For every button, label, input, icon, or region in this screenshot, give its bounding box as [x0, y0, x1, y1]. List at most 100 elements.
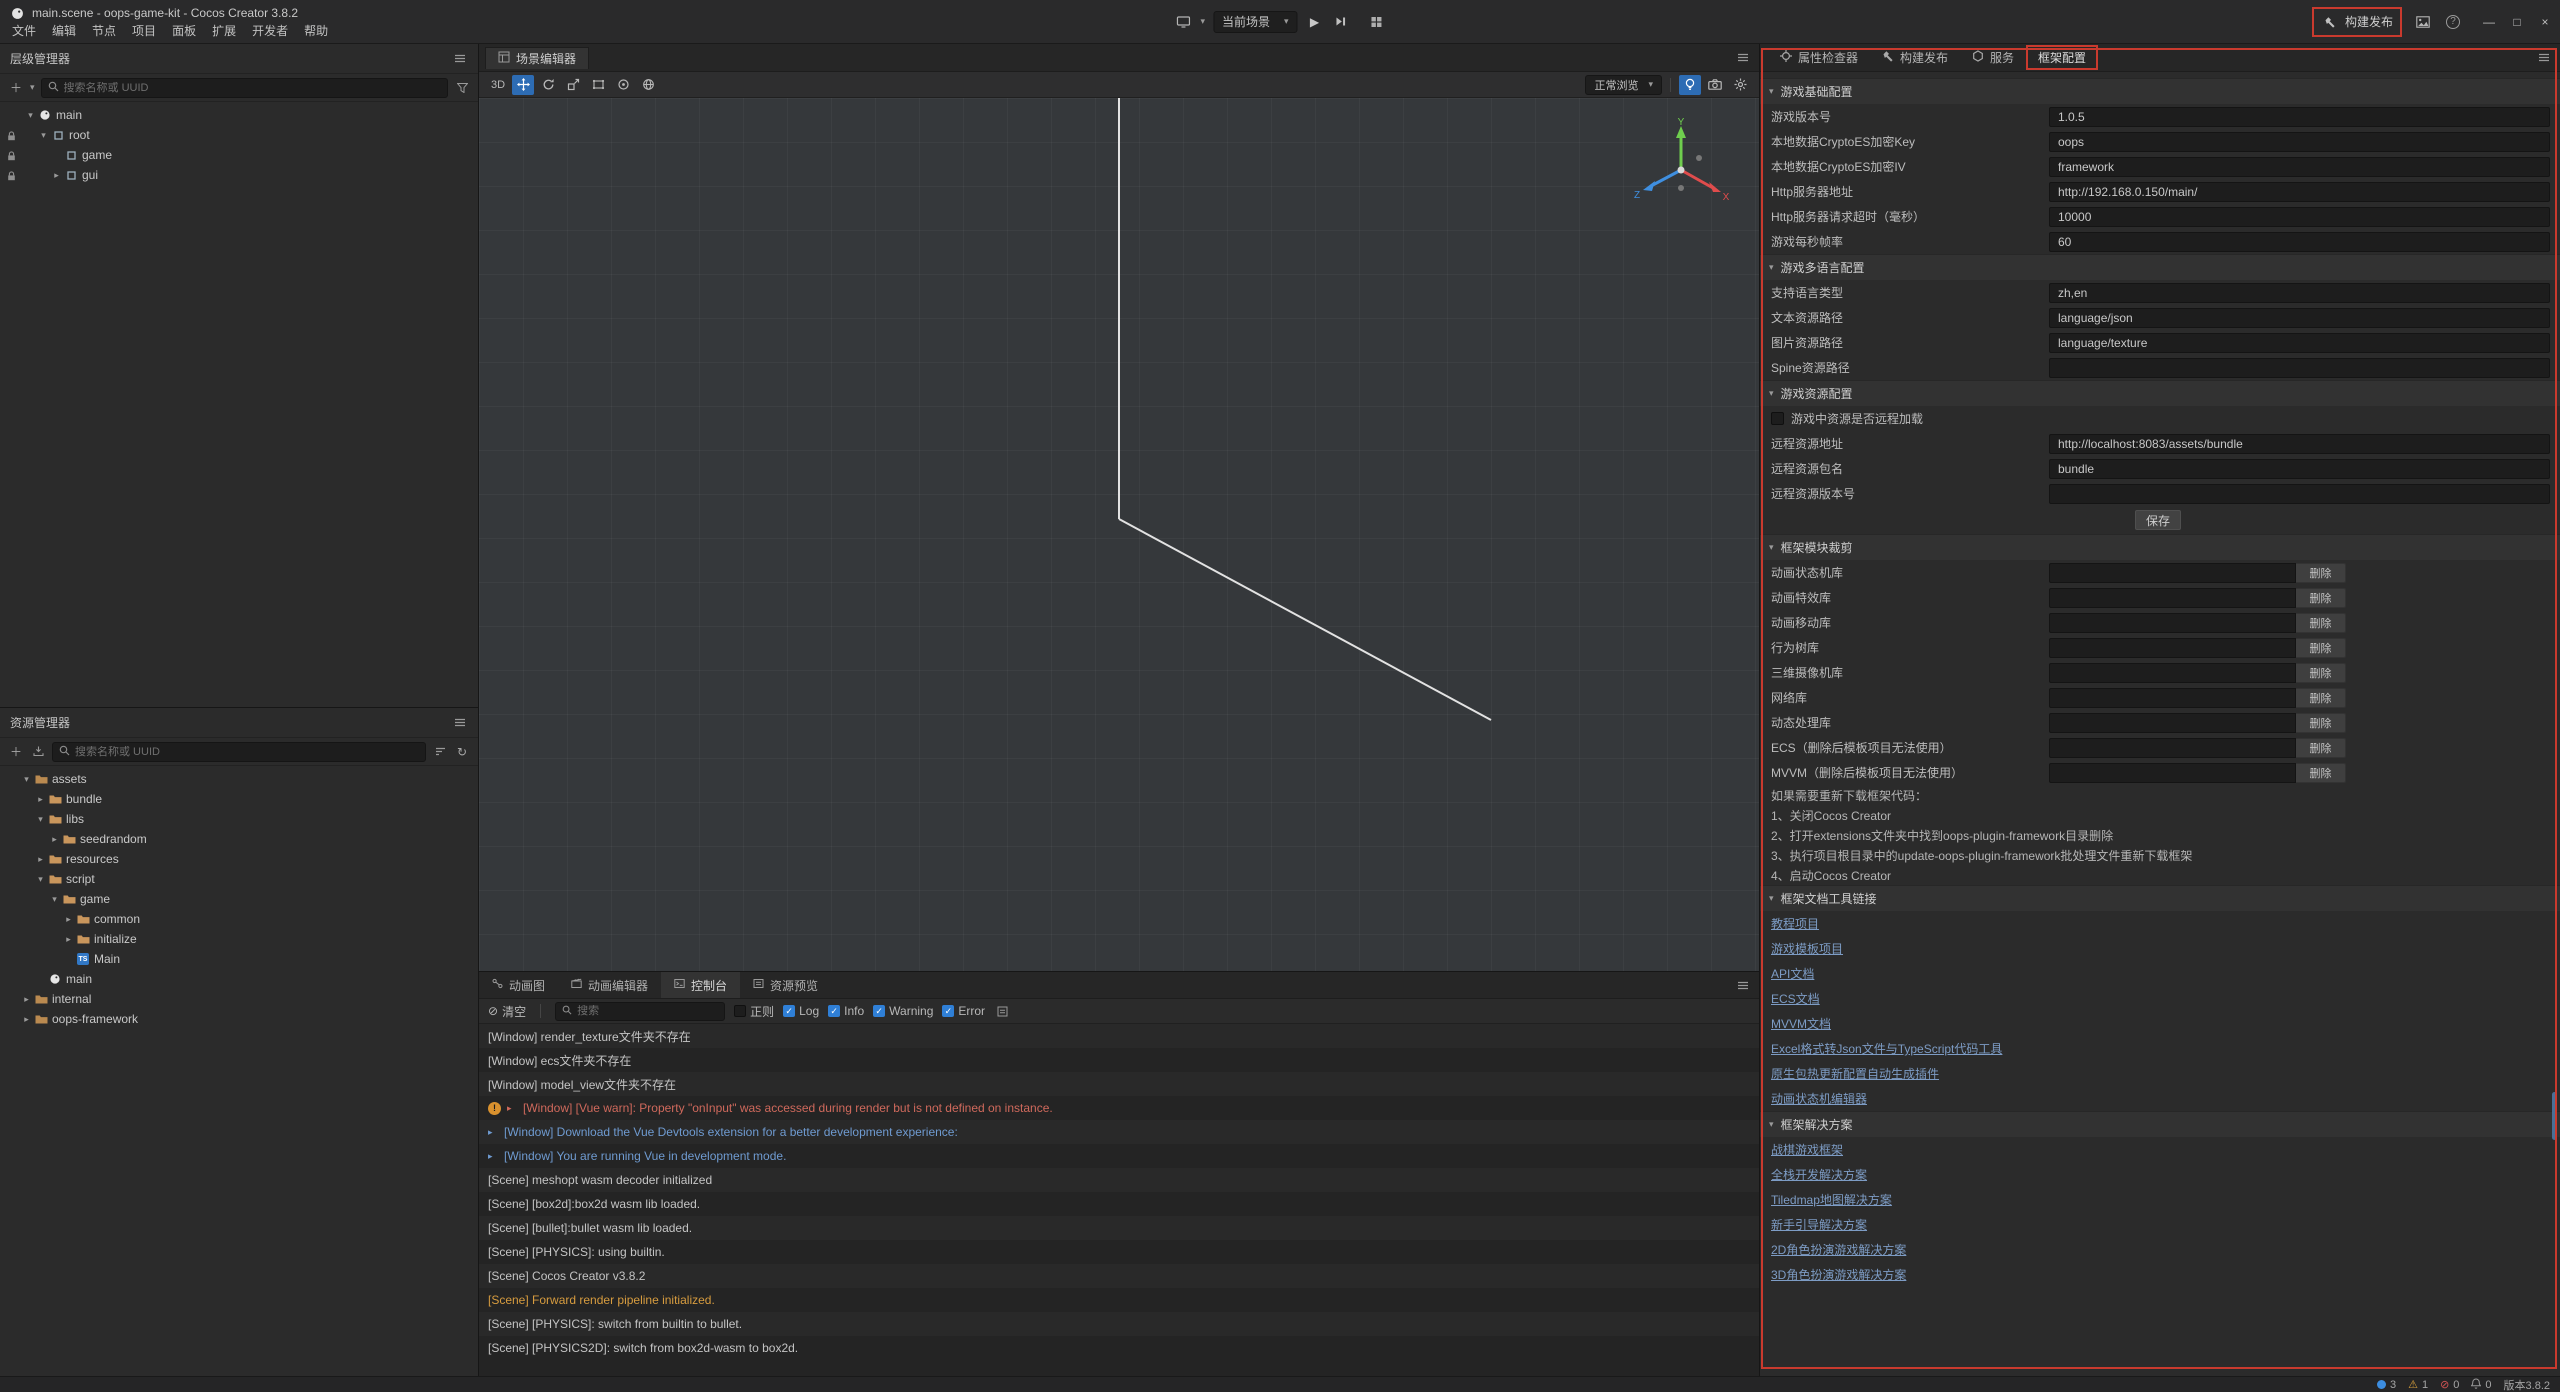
- rotate-tool-button[interactable]: [537, 75, 559, 95]
- remote-load-checkbox[interactable]: 游戏中资源是否远程加载: [1760, 406, 2560, 431]
- tree-item-assets[interactable]: ▾assets: [0, 769, 478, 789]
- field-input-支持语言类型[interactable]: [2049, 283, 2550, 303]
- tab-scene-editor[interactable]: 场景编辑器: [485, 47, 589, 69]
- section-header-1[interactable]: ▾游戏多语言配置: [1760, 254, 2560, 280]
- panel-menu-icon[interactable]: [2536, 49, 2552, 67]
- doc-link[interactable]: 2D角色扮演游戏解决方案: [1771, 1241, 1906, 1258]
- tree-item-oops-framework[interactable]: ▸oops-framework: [0, 1009, 478, 1029]
- inspector-tab-2[interactable]: 服务: [1962, 47, 2024, 68]
- doc-link[interactable]: API文档: [1771, 965, 1814, 982]
- expand-arrow-icon[interactable]: ▸: [488, 1151, 498, 1162]
- expand-arrow-icon[interactable]: ▸: [20, 1014, 33, 1025]
- doc-link[interactable]: ECS文档: [1771, 990, 1820, 1007]
- menu-item-4[interactable]: 面板: [164, 19, 204, 42]
- log-row-10[interactable]: [Scene] Cocos Creator v3.8.2: [479, 1264, 1759, 1288]
- tree-item-internal[interactable]: ▸internal: [0, 989, 478, 1009]
- filter-icon[interactable]: [454, 79, 470, 97]
- filter-warning-checkbox[interactable]: ✓Warning: [873, 1004, 933, 1018]
- expand-arrow-icon[interactable]: ▾: [34, 874, 47, 885]
- save-button[interactable]: 保存: [2135, 510, 2181, 530]
- tree-item-bundle[interactable]: ▸bundle: [0, 789, 478, 809]
- warning-count[interactable]: ⚠ 1: [2408, 1378, 2428, 1391]
- collapse-log-icon[interactable]: [994, 1002, 1010, 1020]
- screenshot-icon[interactable]: [2414, 12, 2432, 32]
- log-row-1[interactable]: [Window] ecs文件夹不存在: [479, 1048, 1759, 1072]
- scale-tool-button[interactable]: [562, 75, 584, 95]
- field-input-Http服务器地址[interactable]: [2049, 182, 2550, 202]
- tree-item-resources[interactable]: ▸resources: [0, 849, 478, 869]
- device-caret-icon[interactable]: ▾: [1200, 16, 1205, 27]
- expand-arrow-icon[interactable]: ▸: [62, 934, 75, 945]
- module-value-field[interactable]: [2049, 563, 2296, 583]
- field-input-Spine资源路径[interactable]: [2049, 358, 2550, 378]
- expand-arrow-icon[interactable]: ▾: [20, 774, 33, 785]
- add-asset-button[interactable]: ＋: [8, 743, 24, 761]
- menu-item-1[interactable]: 编辑: [44, 19, 84, 42]
- mode-3d-button[interactable]: 3D: [487, 75, 509, 95]
- section-header-2[interactable]: ▾游戏资源配置: [1760, 380, 2560, 406]
- delete-button[interactable]: 删除: [2296, 763, 2346, 783]
- menu-item-6[interactable]: 开发者: [244, 19, 296, 42]
- delete-button[interactable]: 删除: [2296, 588, 2346, 608]
- tree-item-main[interactable]: main: [0, 969, 478, 989]
- notification-count[interactable]: 0: [2471, 1378, 2491, 1392]
- tree-item-script[interactable]: ▾script: [0, 869, 478, 889]
- log-row-5[interactable]: ▸[Window] You are running Vue in develop…: [479, 1144, 1759, 1168]
- doc-link[interactable]: MVVM文档: [1771, 1015, 1831, 1032]
- doc-link[interactable]: Tiledmap地图解决方案: [1771, 1191, 1892, 1208]
- tree-item-main[interactable]: ▾main: [0, 105, 478, 125]
- field-input-文本资源路径[interactable]: [2049, 308, 2550, 328]
- doc-link[interactable]: 动画状态机编辑器: [1771, 1090, 1867, 1107]
- import-asset-icon[interactable]: [30, 743, 46, 761]
- delete-button[interactable]: 删除: [2296, 713, 2346, 733]
- tree-item-game[interactable]: game: [0, 145, 478, 165]
- filter-info-checkbox[interactable]: ✓Info: [828, 1004, 864, 1018]
- console-tab-1[interactable]: 控制台: [661, 972, 740, 998]
- error-count[interactable]: ⊘ 0: [2440, 1378, 2459, 1391]
- expand-arrow-icon[interactable]: ▸: [62, 914, 75, 925]
- console-tab-3[interactable]: 动画图: [479, 972, 558, 998]
- help-icon[interactable]: ?: [2446, 15, 2460, 29]
- pivot-toggle-button[interactable]: [612, 75, 634, 95]
- expand-arrow-icon[interactable]: ▾: [48, 894, 61, 905]
- console-tab-0[interactable]: 资源预览: [740, 972, 831, 998]
- maximize-button[interactable]: □: [2510, 15, 2524, 29]
- log-row-11[interactable]: [Scene] Forward render pipeline initiali…: [479, 1288, 1759, 1312]
- camera-settings-button[interactable]: [1704, 75, 1726, 95]
- expand-arrow-icon[interactable]: ▾: [24, 110, 37, 121]
- log-row-12[interactable]: [Scene] [PHYSICS]: switch from builtin t…: [479, 1312, 1759, 1336]
- menu-item-7[interactable]: 帮助: [296, 19, 336, 42]
- layout-grid-icon[interactable]: [1368, 12, 1386, 32]
- inspector-tab-3[interactable]: 框架配置: [2028, 47, 2096, 68]
- expand-arrow-icon[interactable]: ▸: [20, 994, 33, 1005]
- build-publish-button[interactable]: 构建发布: [2314, 9, 2400, 35]
- delete-button[interactable]: 删除: [2296, 613, 2346, 633]
- doc-link[interactable]: 教程项目: [1771, 915, 1819, 932]
- clear-console-button[interactable]: ⊘ 清空: [488, 1003, 526, 1020]
- module-value-field[interactable]: [2049, 613, 2296, 633]
- log-row-8[interactable]: [Scene] [bullet]:bullet wasm lib loaded.: [479, 1216, 1759, 1240]
- tree-item-gui[interactable]: ▸gui: [0, 165, 478, 185]
- module-value-field[interactable]: [2049, 663, 2296, 683]
- inspector-tab-1[interactable]: 构建发布: [1872, 47, 1958, 68]
- module-value-field[interactable]: [2049, 738, 2296, 758]
- view-mode-dropdown[interactable]: 正常浏览 ▾: [1585, 75, 1662, 95]
- section-header-0[interactable]: ▾游戏基础配置: [1760, 78, 2560, 104]
- add-node-button[interactable]: ＋: [8, 79, 24, 97]
- log-row-3[interactable]: !▸[Window] [Vue warn]: Property "onInput…: [479, 1096, 1759, 1120]
- tree-item-seedrandom[interactable]: ▸seedrandom: [0, 829, 478, 849]
- add-node-caret-icon[interactable]: ▾: [30, 82, 35, 93]
- doc-link[interactable]: 3D角色扮演游戏解决方案: [1771, 1266, 1906, 1283]
- panel-menu-icon[interactable]: [1735, 976, 1751, 994]
- regex-checkbox[interactable]: 正则: [734, 1003, 774, 1020]
- tree-item-Main[interactable]: TSMain: [0, 949, 478, 969]
- info-count[interactable]: 3: [2377, 1379, 2396, 1391]
- delete-button[interactable]: 删除: [2296, 638, 2346, 658]
- console-search-input[interactable]: [577, 1005, 718, 1017]
- menu-item-2[interactable]: 节点: [84, 19, 124, 42]
- scrollbar-thumb[interactable]: [2552, 1092, 2557, 1140]
- field-input-远程资源包名[interactable]: [2049, 459, 2550, 479]
- delete-button[interactable]: 删除: [2296, 688, 2346, 708]
- field-input-图片资源路径[interactable]: [2049, 333, 2550, 353]
- filter-log-checkbox[interactable]: ✓Log: [783, 1004, 819, 1018]
